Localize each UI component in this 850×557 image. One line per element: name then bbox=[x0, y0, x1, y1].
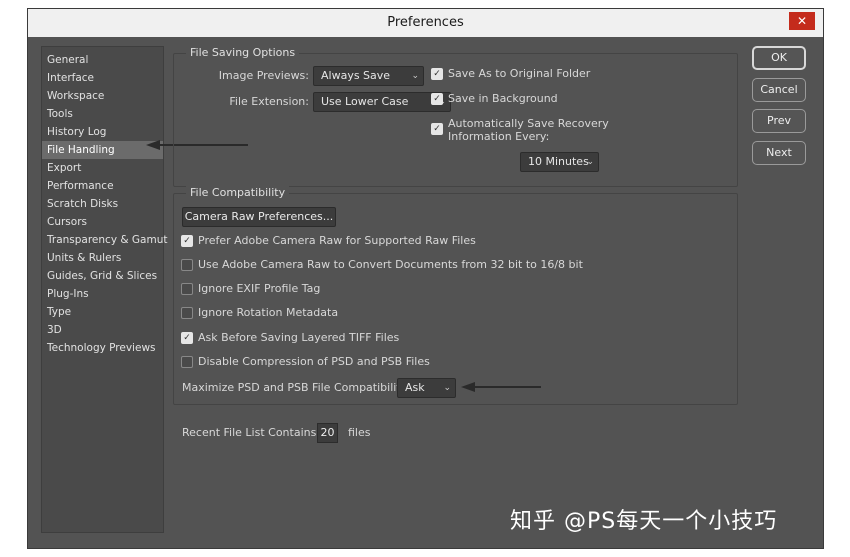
sidebar-item-guides-grid-slices[interactable]: Guides, Grid & Slices bbox=[42, 267, 163, 285]
file-extension-label: File Extension: bbox=[229, 95, 309, 108]
sidebar-item-export[interactable]: Export bbox=[42, 159, 163, 177]
sidebar-item-transparency-gamut[interactable]: Transparency & Gamut bbox=[42, 231, 167, 249]
sidebar-item-scratch-disks[interactable]: Scratch Disks bbox=[42, 195, 163, 213]
ask-layered-tiff-label: Ask Before Saving Layered TIFF Files bbox=[198, 331, 400, 344]
watermark: 知乎 @PS每天一个小技巧 bbox=[510, 509, 778, 534]
prefer-camera-raw-checkbox[interactable]: ✓ bbox=[181, 235, 193, 247]
image-previews-select[interactable]: Always Save ⌄ bbox=[313, 66, 424, 86]
sidebar-item-technology-previews[interactable]: Technology Previews bbox=[42, 339, 163, 357]
ignore-rotation-checkbox[interactable] bbox=[181, 307, 193, 319]
image-previews-value: Always Save bbox=[321, 69, 391, 82]
ok-button[interactable]: OK bbox=[752, 46, 806, 70]
disable-compression-label: Disable Compression of PSD and PSB Files bbox=[198, 355, 430, 368]
chevron-down-icon: ⌄ bbox=[411, 71, 419, 81]
file-extension-value: Use Lower Case bbox=[321, 95, 409, 108]
close-icon: ✕ bbox=[796, 14, 808, 28]
file-saving-options-legend: File Saving Options bbox=[186, 46, 300, 59]
save-in-background-checkbox[interactable]: ✓ bbox=[431, 93, 443, 105]
chevron-down-icon: ⌄ bbox=[586, 157, 594, 167]
sidebar-item-general[interactable]: General bbox=[42, 51, 163, 69]
preferences-dialog: Preferences ✕ General Interface Workspac… bbox=[27, 8, 824, 549]
next-button[interactable]: Next bbox=[752, 141, 806, 165]
close-button[interactable]: ✕ bbox=[789, 12, 815, 30]
sidebar-item-file-handling[interactable]: File Handling bbox=[42, 141, 163, 159]
sidebar-item-3d[interactable]: 3D bbox=[42, 321, 163, 339]
chevron-down-icon: ⌄ bbox=[443, 383, 451, 393]
sidebar-item-performance[interactable]: Performance bbox=[42, 177, 163, 195]
save-in-background-label: Save in Background bbox=[448, 92, 558, 105]
ask-layered-tiff-checkbox[interactable]: ✓ bbox=[181, 332, 193, 344]
auto-recovery-checkbox[interactable]: ✓ bbox=[431, 123, 443, 135]
auto-recovery-label-line2: Information Every: bbox=[448, 130, 550, 143]
sidebar-item-type[interactable]: Type bbox=[42, 303, 163, 321]
cancel-button[interactable]: Cancel bbox=[752, 78, 806, 102]
ignore-exif-label: Ignore EXIF Profile Tag bbox=[198, 282, 321, 295]
ignore-rotation-label: Ignore Rotation Metadata bbox=[198, 306, 339, 319]
disable-compression-checkbox[interactable] bbox=[181, 356, 193, 368]
recent-file-suffix: files bbox=[348, 426, 371, 439]
dialog-title: Preferences bbox=[387, 15, 464, 30]
file-compatibility-legend: File Compatibility bbox=[186, 186, 290, 199]
maximize-compatibility-label: Maximize PSD and PSB File Compatibility: bbox=[182, 381, 411, 394]
maximize-compatibility-select[interactable]: Ask ⌄ bbox=[397, 378, 456, 398]
recent-file-list-label: Recent File List Contains: bbox=[182, 426, 321, 439]
sidebar-item-interface[interactable]: Interface bbox=[42, 69, 163, 87]
maximize-compatibility-value: Ask bbox=[405, 381, 425, 394]
save-as-original-checkbox[interactable]: ✓ bbox=[431, 68, 443, 80]
annotation-arrow-maximize bbox=[461, 382, 541, 392]
sidebar-item-tools[interactable]: Tools bbox=[42, 105, 163, 123]
sidebar-item-cursors[interactable]: Cursors bbox=[42, 213, 163, 231]
save-as-original-label: Save As to Original Folder bbox=[448, 67, 591, 80]
camera-raw-32bit-label: Use Adobe Camera Raw to Convert Document… bbox=[198, 258, 583, 271]
title-bar: Preferences ✕ bbox=[28, 9, 823, 37]
camera-raw-32bit-checkbox[interactable] bbox=[181, 259, 193, 271]
camera-raw-preferences-button[interactable]: Camera Raw Preferences... bbox=[182, 207, 336, 227]
prev-button[interactable]: Prev bbox=[752, 109, 806, 133]
recovery-interval-value: 10 Minutes bbox=[528, 155, 589, 168]
ignore-exif-checkbox[interactable] bbox=[181, 283, 193, 295]
prefer-camera-raw-label: Prefer Adobe Camera Raw for Supported Ra… bbox=[198, 234, 476, 247]
sidebar-item-units-rulers[interactable]: Units & Rulers bbox=[42, 249, 163, 267]
sidebar-item-plug-ins[interactable]: Plug-Ins bbox=[42, 285, 163, 303]
image-previews-label: Image Previews: bbox=[218, 69, 309, 82]
auto-recovery-label-line1: Automatically Save Recovery bbox=[448, 117, 609, 130]
sidebar-item-workspace[interactable]: Workspace bbox=[42, 87, 163, 105]
recovery-interval-select[interactable]: 10 Minutes ⌄ bbox=[520, 152, 599, 172]
sidebar-item-history-log[interactable]: History Log bbox=[42, 123, 163, 141]
category-list: General Interface Workspace Tools Histor… bbox=[41, 46, 167, 533]
recent-file-count-input[interactable]: 20 bbox=[317, 423, 338, 443]
